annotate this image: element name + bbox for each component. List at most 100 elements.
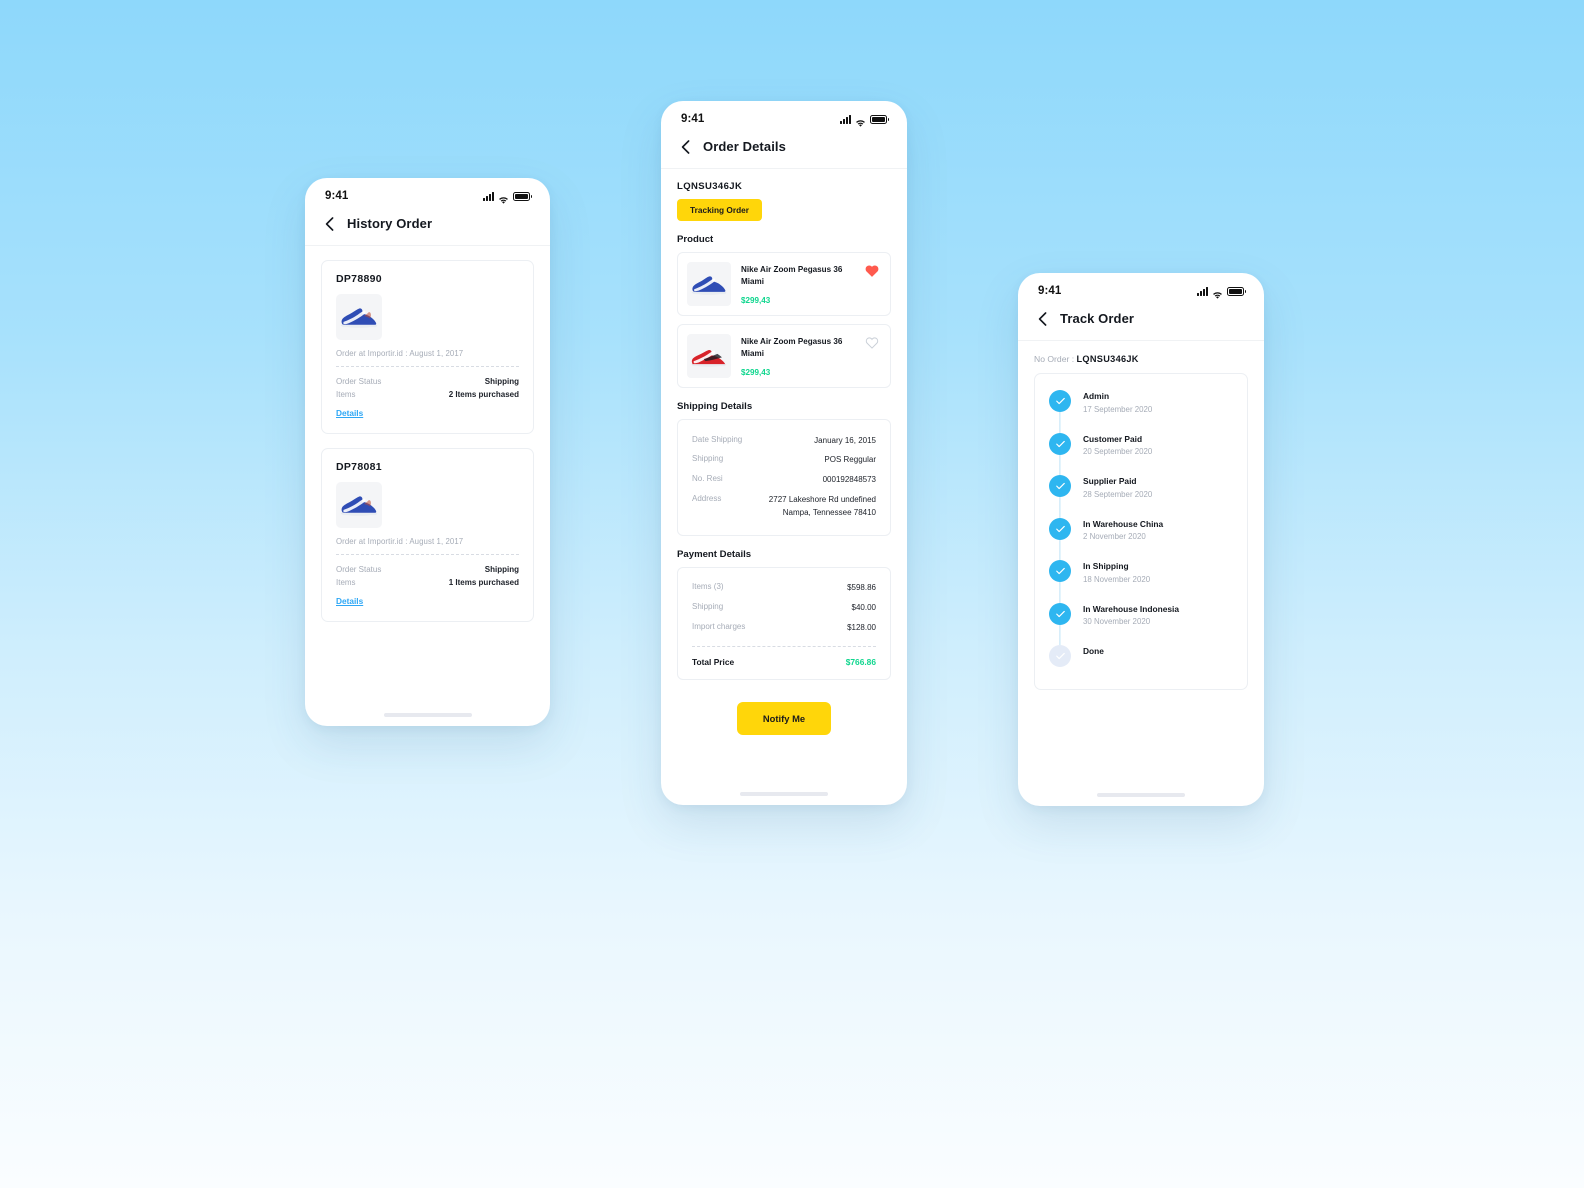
order-code: LQNSU346JK	[677, 181, 743, 192]
list-item: Admin 17 September 2020	[1049, 390, 1233, 433]
order-list: DP78890 Order at Importir.id : August 1,…	[305, 246, 550, 622]
step-date: 18 November 2020	[1083, 574, 1151, 584]
page-title: Order Details	[703, 139, 786, 154]
details-link[interactable]: Details	[336, 596, 363, 606]
page-title: History Order	[347, 216, 433, 231]
table-row: Shipping POS Reggular	[692, 451, 876, 471]
timeline-marker	[1049, 390, 1071, 433]
track-order-body: No Order : LQNSU346JK Admin 17 September…	[1018, 341, 1264, 806]
order-status-row: Order Status Shipping	[336, 375, 519, 388]
blue-sneaker-icon	[340, 496, 378, 516]
timeline-connector	[1059, 624, 1061, 645]
product-name: Nike Air Zoom Pegasus 36 Miami	[741, 337, 843, 358]
step-label: In Shipping	[1083, 561, 1129, 571]
phone-history-order: 9:41 History Order DP78890 Order at Impo…	[305, 178, 550, 726]
status-icons	[483, 191, 532, 204]
list-item: In Shipping 18 November 2020	[1049, 560, 1233, 603]
timeline-marker	[1049, 475, 1071, 518]
timeline-text: Supplier Paid 28 September 2020	[1083, 475, 1152, 499]
check-circle-icon	[1049, 517, 1071, 540]
timeline-marker	[1049, 432, 1071, 475]
list-item[interactable]: Nike Air Zoom Pegasus 36 Miami $299,43	[677, 324, 891, 388]
step-label: In Warehouse China	[1083, 518, 1164, 529]
status-time: 9:41	[681, 113, 705, 125]
timeline-marker	[1049, 560, 1071, 603]
divider	[692, 646, 876, 648]
payment-details-card: Items (3) $598.86 Shipping $40.00 Import…	[677, 566, 891, 681]
product-section-title: Product	[677, 234, 714, 245]
product-price: $299,43	[741, 368, 771, 378]
order-status-row: Order Status Shipping	[336, 563, 519, 576]
order-status-label: Order Status	[336, 377, 382, 386]
notify-me-button[interactable]: Notify Me	[736, 702, 832, 736]
row-value: 2727 Lakeshore Rd undefined Nampa, Tenne…	[768, 494, 876, 517]
home-indicator[interactable]	[740, 792, 828, 796]
row-value: January 16, 2015	[814, 435, 876, 445]
step-date: 28 September 2020	[1083, 489, 1153, 499]
order-details-body: LQNSU346JK Tracking Order Product Nike A…	[661, 169, 907, 805]
check-circle-icon	[1049, 475, 1071, 497]
timeline-marker	[1049, 602, 1071, 645]
back-arrow-icon[interactable]	[681, 139, 690, 154]
order-items-value: 2 Items purchased	[448, 390, 519, 399]
step-label: Done	[1083, 646, 1104, 656]
order-items-value: 1 Items purchased	[448, 578, 519, 587]
product-thumbnail	[336, 482, 382, 528]
navbar-order-details: Order Details	[661, 129, 907, 169]
table-row: Import charges $128.00	[692, 619, 876, 639]
list-item[interactable]: Nike Air Zoom Pegasus 36 Miami $299,43	[677, 252, 891, 316]
product-thumbnail	[336, 294, 382, 340]
battery-icon	[870, 114, 889, 124]
blue-sneaker-icon	[340, 308, 378, 328]
check-circle-icon	[1049, 432, 1071, 455]
payment-section-title: Payment Details	[677, 548, 752, 560]
timeline-marker	[1049, 645, 1071, 667]
table-row: Items (3) $598.86	[692, 579, 876, 599]
red-sneaker-icon	[691, 349, 727, 366]
order-meta: Order at Importir.id : August 1, 2017	[336, 349, 464, 358]
list-item[interactable]: DP78081 Order at Importir.id : August 1,…	[321, 448, 534, 622]
row-label: Address	[692, 493, 722, 503]
order-items-row: Items 2 Items purchased	[336, 388, 519, 401]
home-indicator[interactable]	[383, 713, 472, 717]
status-bar: 9:41	[661, 101, 907, 129]
total-price-value: $766.86	[845, 657, 876, 668]
tracking-order-badge[interactable]: Tracking Order	[677, 199, 763, 221]
row-value: POS Reggular	[824, 455, 876, 465]
timeline-connector	[1059, 497, 1061, 518]
phone-track-order: 9:41 Track Order No Order : LQNSU346JK A…	[1018, 273, 1264, 806]
wifi-icon	[1212, 287, 1223, 299]
phone-order-details: 9:41 Order Details LQNSU346JK Tracking O…	[661, 101, 907, 805]
check-circle-icon	[1049, 560, 1071, 582]
row-value: $128.00	[847, 623, 876, 633]
history-screen-body: DP78890 Order at Importir.id : August 1,…	[305, 246, 550, 726]
no-order-label: No Order :	[1034, 354, 1075, 364]
shipping-section-title: Shipping Details	[677, 401, 753, 412]
order-id: DP78081	[336, 461, 382, 473]
timeline-text: In Warehouse Indonesia 30 November 2020	[1083, 603, 1179, 627]
step-label: Supplier Paid	[1083, 476, 1137, 486]
cellular-signal-icon	[1197, 286, 1208, 296]
back-arrow-icon[interactable]	[325, 216, 334, 231]
list-item: In Warehouse China 2 November 2020	[1049, 517, 1233, 560]
details-link[interactable]: Details	[336, 408, 363, 418]
heart-outline-icon[interactable]	[865, 336, 879, 350]
status-time: 9:41	[1038, 285, 1062, 297]
step-label: Admin	[1083, 391, 1110, 401]
back-arrow-icon[interactable]	[1038, 311, 1047, 326]
check-circle-icon	[1049, 390, 1071, 412]
step-date: 2 November 2020	[1083, 532, 1146, 541]
timeline-text: Customer Paid 20 September 2020	[1083, 433, 1152, 457]
timeline-text: In Warehouse China 2 November 2020	[1083, 518, 1163, 542]
row-label: No. Resi	[692, 474, 723, 484]
step-date: 20 September 2020	[1083, 447, 1153, 456]
battery-icon	[513, 191, 532, 201]
list-item[interactable]: DP78890 Order at Importir.id : August 1,…	[321, 260, 534, 434]
cellular-signal-icon	[483, 191, 494, 201]
home-indicator[interactable]	[1097, 793, 1185, 797]
product-price: $299,43	[741, 296, 771, 306]
timeline-text: Admin 17 September 2020	[1083, 390, 1152, 414]
heart-filled-icon[interactable]	[865, 264, 879, 278]
order-meta: Order at Importir.id : August 1, 2017	[336, 537, 464, 546]
order-items-label: Items	[336, 390, 356, 399]
